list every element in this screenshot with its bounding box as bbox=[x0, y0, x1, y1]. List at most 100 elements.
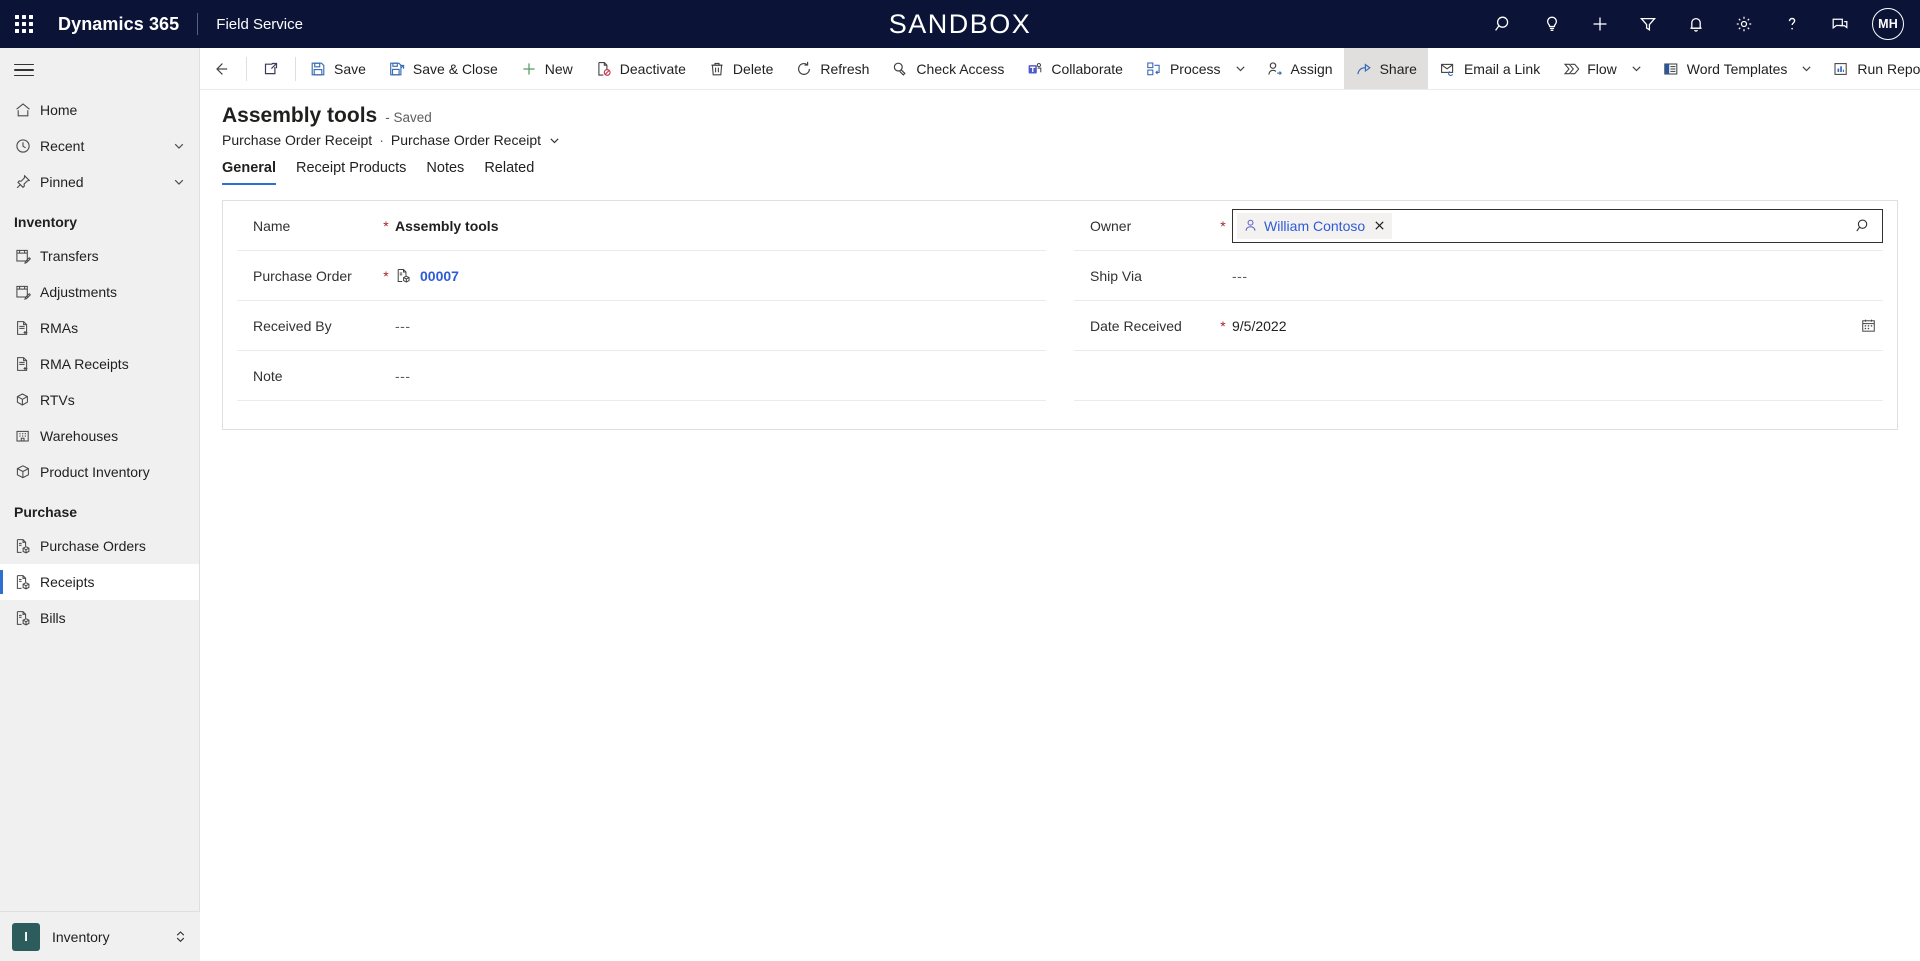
top-bar-actions: MH bbox=[1480, 0, 1912, 48]
purchase-order-link[interactable]: 00007 bbox=[420, 268, 459, 284]
refresh-button[interactable]: Refresh bbox=[784, 48, 880, 89]
sidebar: Home Recent Pinned Inventory Transfers A… bbox=[0, 48, 200, 961]
owner-chip[interactable]: William Contoso bbox=[1237, 212, 1393, 239]
chevron-down-icon[interactable] bbox=[1232, 48, 1255, 89]
chevron-down-icon[interactable] bbox=[1798, 48, 1821, 89]
sidebar-item-recent[interactable]: Recent bbox=[0, 128, 199, 164]
sidebar-group-purchase: Purchase bbox=[14, 504, 78, 520]
collaborate-button[interactable]: Collaborate bbox=[1015, 48, 1134, 89]
field-row-received-by: Received By --- bbox=[237, 301, 1046, 351]
rma-icon bbox=[14, 319, 40, 337]
sidebar-item-rma-receipts[interactable]: RMA Receipts bbox=[0, 346, 199, 382]
area-switcher[interactable]: I Inventory bbox=[0, 911, 200, 961]
question-icon[interactable] bbox=[1768, 0, 1816, 48]
close-icon[interactable] bbox=[1371, 219, 1386, 232]
plus-icon[interactable] bbox=[1576, 0, 1624, 48]
sidebar-item-pinned[interactable]: Pinned bbox=[0, 164, 199, 200]
deactivate-button[interactable]: Deactivate bbox=[584, 48, 697, 89]
chevron-down-icon[interactable] bbox=[169, 139, 189, 153]
search-icon[interactable] bbox=[1847, 217, 1880, 234]
tab-general[interactable]: General bbox=[222, 160, 286, 185]
chevron-down-icon[interactable] bbox=[548, 134, 561, 147]
sidebar-item-transfers[interactable]: Transfers bbox=[0, 238, 199, 274]
delete-button[interactable]: Delete bbox=[697, 48, 784, 89]
word-templates-button[interactable]: Word Templates bbox=[1651, 48, 1799, 89]
teams-icon bbox=[1026, 60, 1044, 78]
purchase-order-icon bbox=[14, 537, 40, 555]
feedback-icon[interactable] bbox=[1816, 0, 1864, 48]
sidebar-item-label: Product Inventory bbox=[40, 464, 150, 480]
email-a-link-button[interactable]: Email a Link bbox=[1428, 48, 1551, 89]
field-label: Name bbox=[253, 217, 291, 234]
refresh-icon bbox=[795, 60, 813, 78]
lightbulb-icon[interactable] bbox=[1528, 0, 1576, 48]
owner-lookup[interactable]: William Contoso bbox=[1232, 208, 1883, 243]
person-icon bbox=[1243, 218, 1258, 233]
avatar[interactable]: MH bbox=[1864, 0, 1912, 48]
chevron-down-icon[interactable] bbox=[1628, 48, 1651, 89]
flow-icon bbox=[1562, 60, 1580, 78]
sidebar-item-warehouses[interactable]: Warehouses bbox=[0, 418, 199, 454]
sidebar-item-rtvs[interactable]: RTVs bbox=[0, 382, 199, 418]
search-icon[interactable] bbox=[1480, 0, 1528, 48]
save-button[interactable]: Save bbox=[298, 48, 377, 89]
page-header: Assembly tools - Saved Purchase Order Re… bbox=[200, 90, 1920, 148]
note-value[interactable]: --- bbox=[395, 368, 1046, 384]
ship-via-value[interactable]: --- bbox=[1232, 268, 1883, 284]
owner-lookup-input[interactable] bbox=[1392, 211, 1847, 241]
app-launcher-icon[interactable] bbox=[0, 0, 48, 48]
sidebar-item-receipts[interactable]: Receipts bbox=[0, 564, 199, 600]
process-button[interactable]: Process bbox=[1134, 48, 1232, 89]
brand-dynamics365[interactable]: Dynamics 365 bbox=[48, 14, 197, 35]
tab-related[interactable]: Related bbox=[474, 160, 544, 185]
bill-icon bbox=[14, 609, 40, 627]
tab-label: Related bbox=[484, 160, 535, 176]
refresh-label: Refresh bbox=[820, 60, 870, 77]
app-name-field-service[interactable]: Field Service bbox=[198, 16, 303, 33]
command-separator bbox=[295, 56, 296, 81]
sidebar-item-adjustments[interactable]: Adjustments bbox=[0, 274, 199, 310]
sidebar-item-home[interactable]: Home bbox=[0, 92, 199, 128]
sidebar-item-product-inventory[interactable]: Product Inventory bbox=[0, 454, 199, 490]
calendar-icon[interactable] bbox=[1860, 317, 1883, 334]
clock-icon bbox=[14, 137, 40, 155]
bell-icon[interactable] bbox=[1672, 0, 1720, 48]
rma-receipt-icon bbox=[14, 355, 40, 373]
sidebar-item-purchase-orders[interactable]: Purchase Orders bbox=[0, 528, 199, 564]
received-by-value[interactable]: --- bbox=[395, 318, 1046, 334]
chevron-up-down-icon[interactable] bbox=[173, 929, 188, 944]
purchase-order-value[interactable]: 00007 bbox=[395, 267, 1046, 284]
field-row-ship-via: Ship Via --- bbox=[1074, 251, 1883, 301]
breadcrumb-form[interactable]: Purchase Order Receipt bbox=[391, 132, 541, 148]
chevron-down-icon[interactable] bbox=[169, 175, 189, 189]
date-received-value[interactable]: 9/5/2022 bbox=[1232, 318, 1860, 334]
tab-label: Notes bbox=[426, 160, 465, 176]
sidebar-item-bills[interactable]: Bills bbox=[0, 600, 199, 636]
new-button[interactable]: New bbox=[509, 48, 584, 89]
tab-receipt-products[interactable]: Receipt Products bbox=[286, 160, 416, 185]
field-row-owner: Owner * William Contoso bbox=[1074, 201, 1883, 251]
breadcrumb-entity[interactable]: Purchase Order Receipt bbox=[222, 132, 372, 148]
check-access-button[interactable]: Check Access bbox=[880, 48, 1015, 89]
name-value[interactable]: Assembly tools bbox=[395, 218, 1046, 234]
adjustment-icon bbox=[14, 283, 40, 301]
assign-button[interactable]: Assign bbox=[1255, 48, 1344, 89]
run-report-button[interactable]: Run Report bbox=[1821, 48, 1920, 89]
filter-icon[interactable] bbox=[1624, 0, 1672, 48]
popout-icon[interactable] bbox=[249, 48, 293, 89]
check-access-icon bbox=[891, 60, 909, 78]
delete-icon bbox=[708, 60, 726, 78]
product-inventory-icon bbox=[14, 463, 40, 481]
tab-notes[interactable]: Notes bbox=[416, 160, 474, 185]
gear-icon[interactable] bbox=[1720, 0, 1768, 48]
hamburger-icon[interactable] bbox=[0, 48, 199, 92]
flow-button[interactable]: Flow bbox=[1551, 48, 1628, 89]
transfer-icon bbox=[14, 247, 40, 265]
save-and-close-button[interactable]: Save & Close bbox=[377, 48, 509, 89]
share-button[interactable]: Share bbox=[1343, 48, 1428, 89]
sidebar-item-label: Bills bbox=[40, 610, 66, 626]
run-report-label: Run Report bbox=[1857, 60, 1920, 77]
sidebar-item-rmas[interactable]: RMAs bbox=[0, 310, 199, 346]
field-label: Date Received bbox=[1090, 317, 1182, 334]
back-arrow-icon[interactable] bbox=[200, 48, 244, 89]
